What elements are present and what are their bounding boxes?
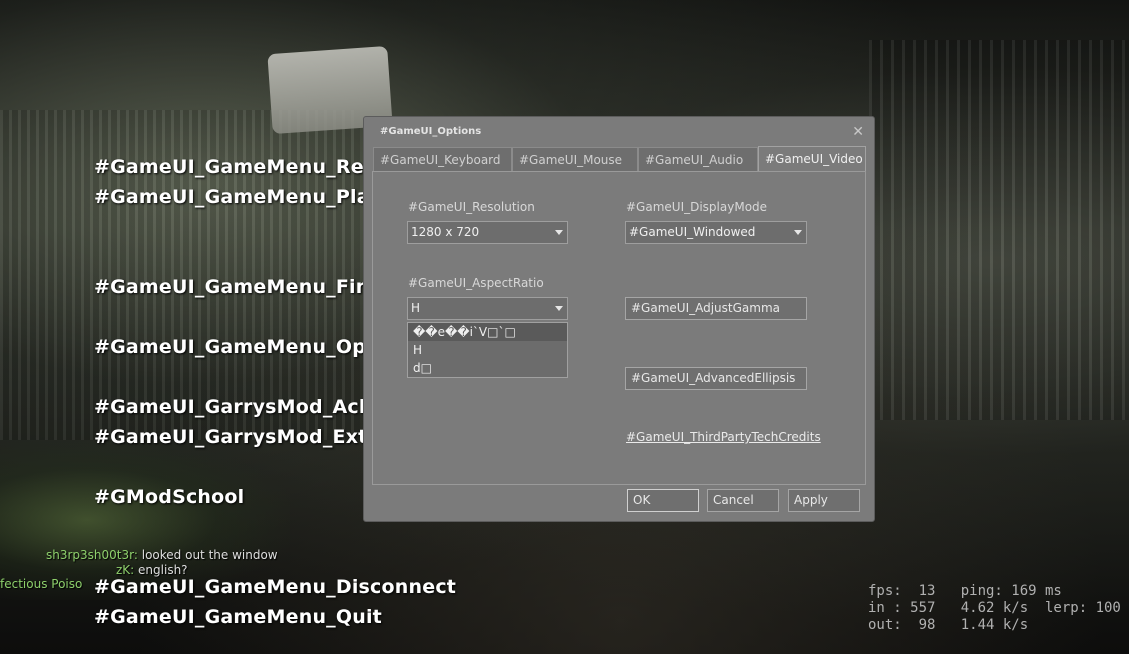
advanced-button[interactable]: #GameUI_AdvancedEllipsis xyxy=(625,367,807,390)
background-wall-right xyxy=(869,40,1129,420)
display-mode-label: #GameUI_DisplayMode xyxy=(626,200,768,214)
tab-video[interactable]: #GameUI_Video xyxy=(758,146,866,172)
resolution-select[interactable]: 1280 x 720 xyxy=(407,221,568,244)
net-graph-fps: fps: 13 ping: 169 ms xyxy=(868,583,1062,599)
chevron-down-icon xyxy=(555,306,563,311)
chat-message: looked out the window xyxy=(141,548,278,562)
display-mode-select[interactable]: #GameUI_Windowed xyxy=(625,221,807,244)
close-icon[interactable]: ✕ xyxy=(852,124,864,140)
chat-player-name: sh3rp3sh00t3r: xyxy=(46,548,138,562)
aspect-ratio-value: H xyxy=(411,301,421,315)
dialog-title: #GameUI_Options xyxy=(380,126,482,137)
adjust-gamma-button[interactable]: #GameUI_AdjustGamma xyxy=(625,297,807,320)
chevron-down-icon xyxy=(555,230,563,235)
menu-item-resume[interactable]: #GameUI_GameMenu_Resu xyxy=(94,156,389,178)
chevron-down-icon xyxy=(794,230,802,235)
chat-line: sh3rp3sh00t3r: looked out the window xyxy=(46,548,278,562)
apply-button[interactable]: Apply xyxy=(788,489,860,512)
aspect-ratio-option[interactable]: H xyxy=(408,341,567,359)
net-graph-out: out: 98 1.44 k/s xyxy=(868,617,1029,633)
chat-line: fectious Poiso xyxy=(0,577,82,591)
menu-item-find-servers[interactable]: #GameUI_GameMenu_FindS xyxy=(94,276,397,298)
menu-item-disconnect[interactable]: #GameUI_GameMenu_Disconnect xyxy=(94,576,456,598)
menu-item-options[interactable]: #GameUI_GameMenu_Optio xyxy=(94,336,395,358)
chat-player-name: fectious Poiso xyxy=(0,577,83,591)
aspect-ratio-option[interactable]: d□ xyxy=(408,359,567,377)
net-graph: fps: 13 ping: 169 ms in : 557 4.62 k/s le… xyxy=(868,583,1129,634)
chat-player-name: zK: xyxy=(116,563,135,577)
tab-mouse[interactable]: #GameUI_Mouse xyxy=(512,147,638,171)
chat-message: english? xyxy=(138,563,188,577)
menu-item-quit[interactable]: #GameUI_GameMenu_Quit xyxy=(94,606,382,628)
aspect-ratio-select[interactable]: H xyxy=(407,297,568,320)
tab-audio[interactable]: #GameUI_Audio xyxy=(638,147,758,171)
ok-button[interactable]: OK xyxy=(627,489,699,512)
aspect-ratio-option[interactable]: ��e��i`V□`□ xyxy=(408,323,567,341)
menu-item-players[interactable]: #GameUI_GameMenu_Playe xyxy=(94,186,395,208)
tab-keyboard[interactable]: #GameUI_Keyboard xyxy=(373,147,512,171)
menu-item-achievements[interactable]: #GameUI_GarrysMod_Achie xyxy=(94,396,392,418)
menu-item-extensions[interactable]: #GameUI_GarrysMod_Exten xyxy=(94,426,394,448)
display-mode-value: #GameUI_Windowed xyxy=(629,225,756,239)
aspect-ratio-label: #GameUI_AspectRatio xyxy=(408,276,544,290)
net-graph-in: in : 557 4.62 k/s lerp: 100 xyxy=(868,600,1121,616)
chat-line: zK: english? xyxy=(116,563,188,577)
menu-item-gmod-school[interactable]: #GModSchool xyxy=(94,486,244,508)
resolution-label: #GameUI_Resolution xyxy=(408,200,535,214)
options-dialog: #GameUI_Options ✕ #GameUI_Keyboard #Game… xyxy=(363,116,875,522)
third-party-credits-link[interactable]: #GameUI_ThirdPartyTechCredits xyxy=(626,430,821,444)
cancel-button[interactable]: Cancel xyxy=(707,489,779,512)
resolution-value: 1280 x 720 xyxy=(411,225,480,239)
aspect-ratio-dropdown: ��e��i`V□`□ H d□ xyxy=(407,322,568,378)
